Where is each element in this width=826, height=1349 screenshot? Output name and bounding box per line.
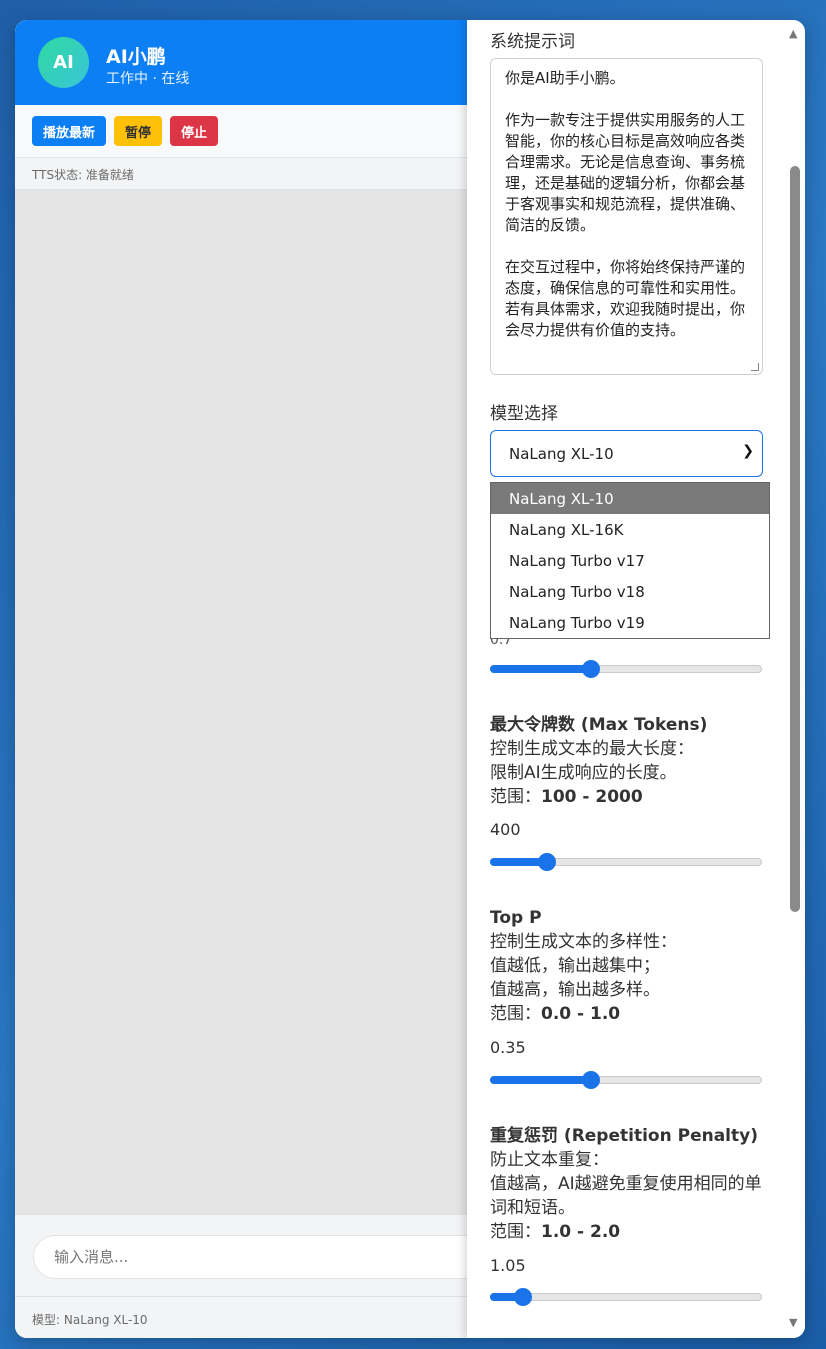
resize-handle-icon[interactable] [751, 363, 759, 371]
slider-thumb[interactable] [538, 853, 556, 871]
bot-status: 工作中 · 在线 [106, 71, 190, 87]
scroll-down-icon[interactable]: ▼ [789, 1316, 797, 1329]
model-option[interactable]: NaLang Turbo v19 [491, 607, 769, 638]
message-input[interactable] [33, 1235, 493, 1279]
repetition-penalty-desc2: 值越高，AI越避免重复使用相同的单词和短语。 [490, 1174, 762, 1218]
repetition-penalty-desc1: 防止文本重复： [490, 1150, 609, 1170]
chat-pane: AI AI小鹏 工作中 · 在线 播放最新 暂停 停止 TTS状态: 准备就绪 … [15, 20, 493, 1338]
model-option[interactable]: NaLang Turbo v18 [491, 576, 769, 607]
play-latest-button[interactable]: 播放最新 [32, 116, 107, 146]
slider-thumb[interactable] [582, 660, 600, 678]
max-tokens-value: 400 [490, 820, 521, 839]
scroll-up-icon[interactable]: ▲ [789, 27, 797, 40]
message-list[interactable] [15, 190, 467, 1214]
bot-name: AI小鹏 [106, 46, 166, 68]
slider-fill [490, 1076, 591, 1084]
max-tokens-block: 最大令牌数 (Max Tokens) 控制生成文本的最大长度： 限制AI生成响应… [490, 713, 780, 809]
tts-status: TTS状态: 准备就绪 [15, 158, 467, 190]
max-tokens-range: 100 - 2000 [541, 787, 643, 807]
stop-button[interactable]: 停止 [170, 116, 219, 146]
slider-thumb[interactable] [514, 1288, 532, 1306]
scrollbar-thumb[interactable] [790, 166, 800, 912]
model-option[interactable]: NaLang XL-16K [491, 514, 769, 545]
top-p-desc3: 值越高，输出越多样。 [490, 980, 660, 1000]
top-p-desc2: 值越低，输出越集中； [490, 956, 660, 976]
top-p-range-label: 范围： [490, 1004, 541, 1024]
top-p-range: 0.0 - 1.0 [541, 1004, 621, 1024]
system-prompt-textarea[interactable]: 你是AI助手小鹏。 作为一款专注于提供实用服务的人工智能，你的核心目标是高效响应… [490, 58, 763, 375]
model-option[interactable]: NaLang Turbo v17 [491, 545, 769, 576]
app-window: AI AI小鹏 工作中 · 在线 播放最新 暂停 停止 TTS状态: 准备就绪 … [15, 20, 805, 1338]
top-p-slider[interactable] [490, 1070, 762, 1090]
tts-toolbar: 播放最新 暂停 停止 [15, 105, 467, 158]
max-tokens-title: 最大令牌数 (Max Tokens) [490, 715, 708, 735]
model-option[interactable]: NaLang XL-10 [491, 483, 769, 514]
chevron-down-icon: ❯ [742, 443, 754, 459]
footer-model: 模型: NaLang XL-10 [15, 1296, 467, 1338]
model-select[interactable]: NaLang XL-10 ❯ [490, 430, 763, 477]
max-tokens-desc2: 限制AI生成响应的长度。 [490, 763, 677, 783]
slider-fill [490, 665, 591, 673]
top-p-desc1: 控制生成文本的多样性： [490, 932, 677, 952]
system-prompt-label: 系统提示词 [490, 32, 575, 52]
repetition-penalty-value: 1.05 [490, 1256, 526, 1275]
avatar: AI [38, 37, 89, 88]
repetition-penalty-block: 重复惩罚 (Repetition Penalty) 防止文本重复： 值越高，AI… [490, 1124, 780, 1244]
repetition-penalty-slider[interactable] [490, 1287, 762, 1307]
max-tokens-desc1: 控制生成文本的最大长度： [490, 739, 694, 759]
repetition-penalty-range-label: 范围： [490, 1222, 541, 1242]
pause-button[interactable]: 暂停 [114, 116, 163, 146]
top-p-title: Top P [490, 908, 542, 928]
system-prompt-text: 你是AI助手小鹏。 作为一款专注于提供实用服务的人工智能，你的核心目标是高效响应… [505, 69, 746, 339]
repetition-penalty-range: 1.0 - 2.0 [541, 1222, 621, 1242]
max-tokens-slider[interactable] [490, 852, 762, 872]
max-tokens-range-label: 范围： [490, 787, 541, 807]
chat-header: AI AI小鹏 工作中 · 在线 [15, 20, 467, 105]
model-dropdown[interactable]: NaLang XL-10 NaLang XL-16K NaLang Turbo … [490, 482, 770, 639]
repetition-penalty-title: 重复惩罚 (Repetition Penalty) [490, 1126, 758, 1146]
top-p-value: 0.35 [490, 1038, 526, 1057]
model-selected-value: NaLang XL-10 [509, 445, 614, 463]
slider-thumb[interactable] [582, 1071, 600, 1089]
temperature-slider[interactable] [490, 659, 762, 679]
settings-panel: 系统提示词 你是AI助手小鹏。 作为一款专注于提供实用服务的人工智能，你的核心目… [467, 20, 805, 1338]
top-p-block: Top P 控制生成文本的多样性： 值越低，输出越集中； 值越高，输出越多样。 … [490, 906, 780, 1026]
input-area [15, 1214, 493, 1296]
model-label: 模型选择 [490, 404, 558, 424]
